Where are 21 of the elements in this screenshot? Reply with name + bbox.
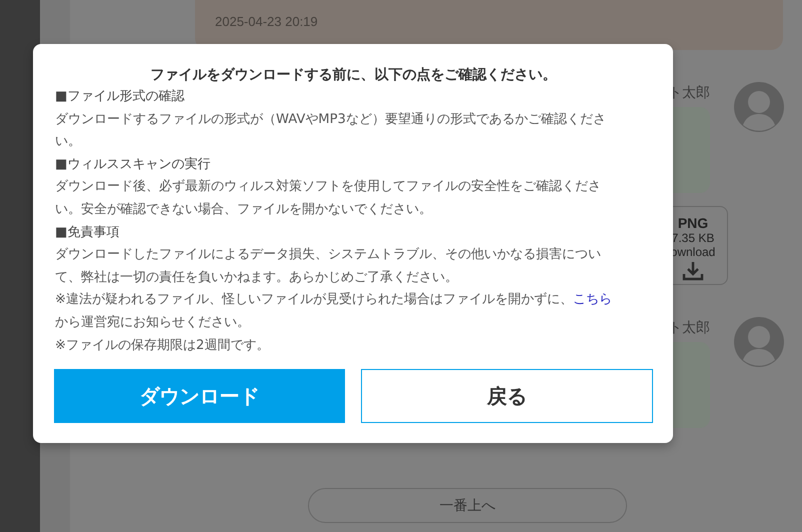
download-button[interactable]: ダウンロード xyxy=(54,369,345,424)
section-text: ダウンロード後、必ず最新のウィルス対策ソフトを使用してファイルの安全性をご確認ください。安全が確認できない場合、ファイルを開かないでください。 xyxy=(55,178,602,219)
section-text: ダウンロードしたファイルによるデータ損失、システムトラブル、その他いかなる損害について、弊社は一切の責任を負いかねます。あらかじめご了承ください。 xyxy=(55,246,602,287)
section-text: ダウンロードするファイルの形式が（WAVやMP3など）要望通りの形式であるかご確認ください。 xyxy=(55,110,607,152)
file-size: 7.35 KB xyxy=(672,231,714,245)
avatar-icon xyxy=(734,82,784,132)
author-name: ト太郎 xyxy=(668,319,710,337)
note-text: ※ファイルの保存期限は2週間です。 xyxy=(55,336,270,355)
report-link[interactable]: こちら xyxy=(572,292,612,308)
author-name: ト太郎 xyxy=(668,84,710,102)
dialog-title: ファイルをダウンロードする前に、以下の点をご確認ください。 xyxy=(150,66,558,85)
back-to-top-button[interactable]: 一番上へ xyxy=(308,488,627,523)
note-text: ※違法が疑われるファイル、怪しいファイルが見受けられた場合はファイルを開かずに、こちら から運営宛にお知らせください。 xyxy=(55,291,613,332)
file-type: PNG xyxy=(678,215,708,231)
section-heading: ■免責事項 xyxy=(55,224,120,242)
section-heading: ■ファイル形式の確認 xyxy=(55,88,186,106)
avatar-icon xyxy=(734,317,784,367)
download-icon xyxy=(682,261,704,281)
message-time: 2025-04-23 20:19 xyxy=(215,14,319,29)
back-button[interactable]: 戻る xyxy=(361,369,653,424)
section-heading: ■ウィルススキャンの実行 xyxy=(55,156,212,174)
